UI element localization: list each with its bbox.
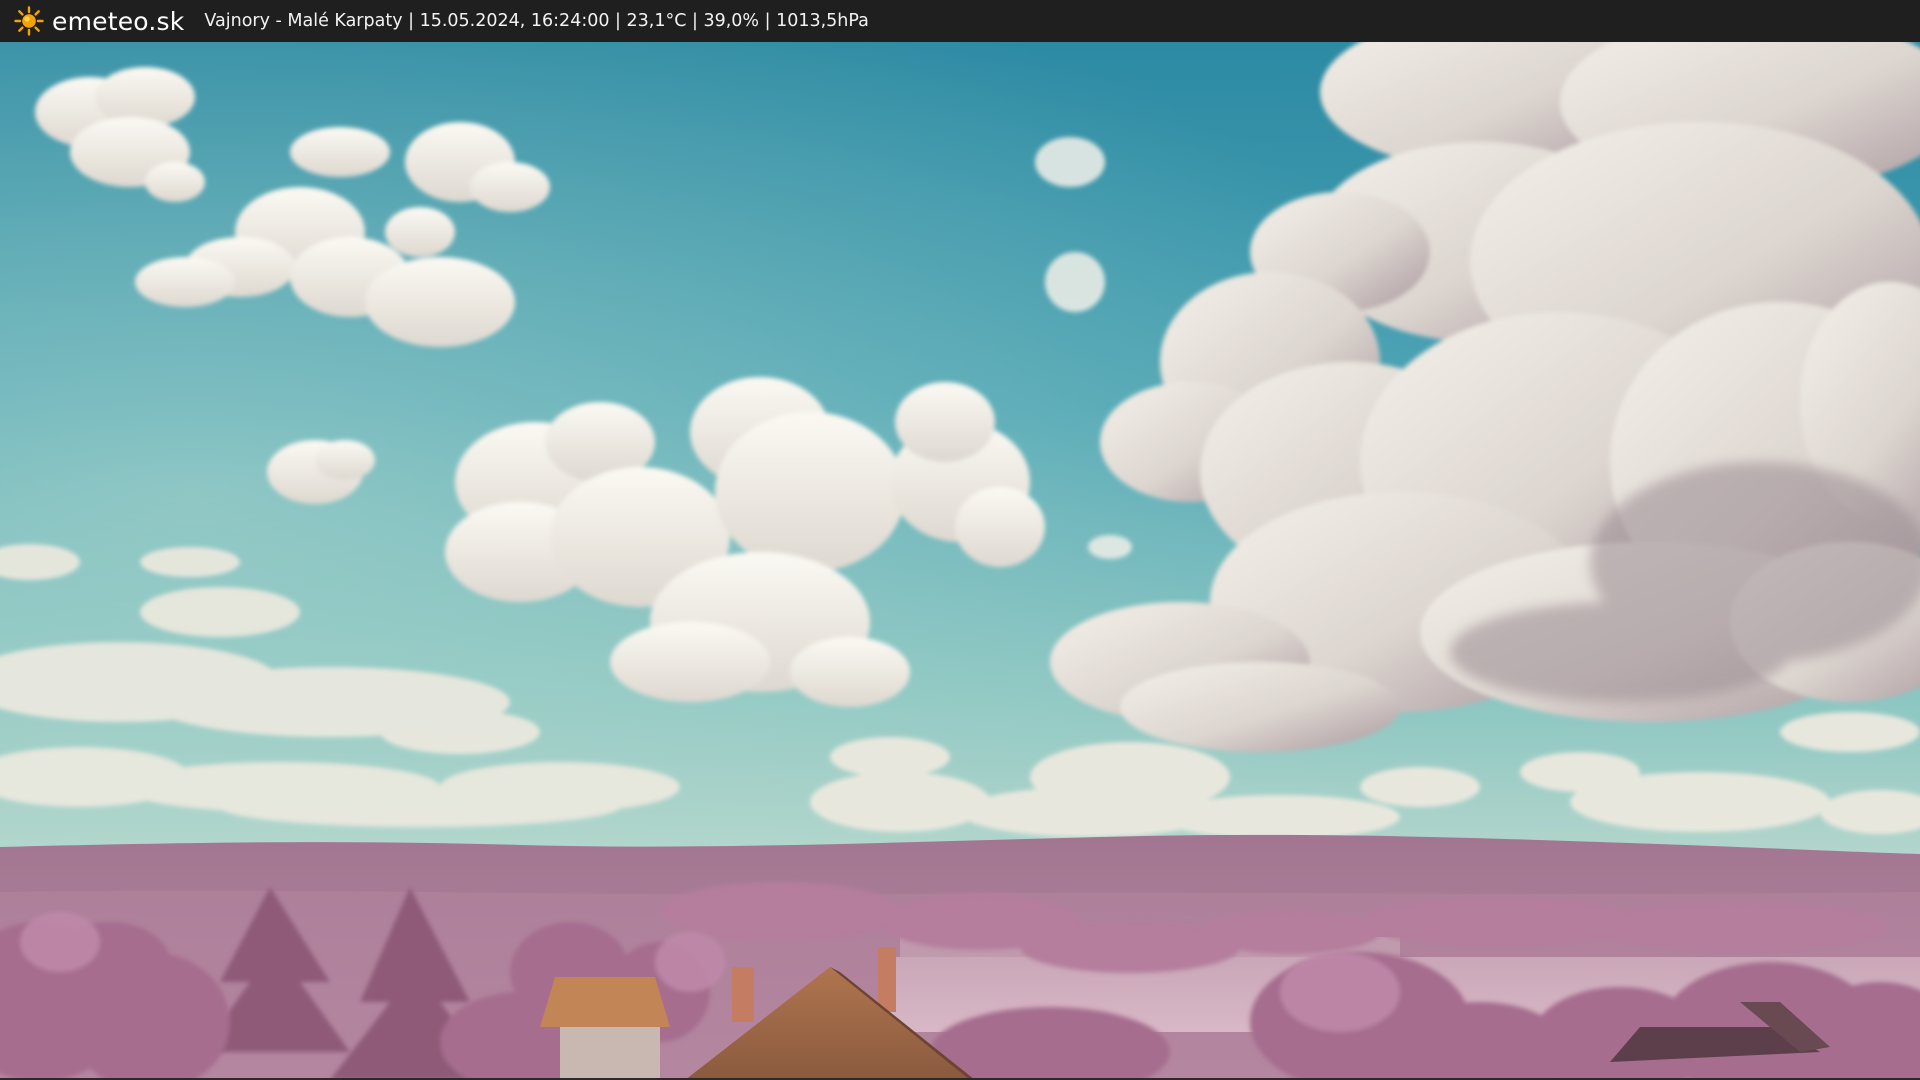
station-caption: Vajnory - Malé Karpaty | 15.05.2024, 16:… bbox=[204, 11, 869, 31]
emeteo-logo[interactable]: emeteo.sk bbox=[14, 0, 184, 42]
webcam-frame: emeteo.sk Vajnory - Malé Karpaty | 15.05… bbox=[0, 0, 1920, 1080]
webcam-image bbox=[0, 42, 1920, 1080]
sun-icon bbox=[14, 6, 44, 36]
webcam-header-bar: emeteo.sk Vajnory - Malé Karpaty | 15.05… bbox=[0, 0, 1920, 42]
brand-name: emeteo.sk bbox=[52, 6, 185, 36]
